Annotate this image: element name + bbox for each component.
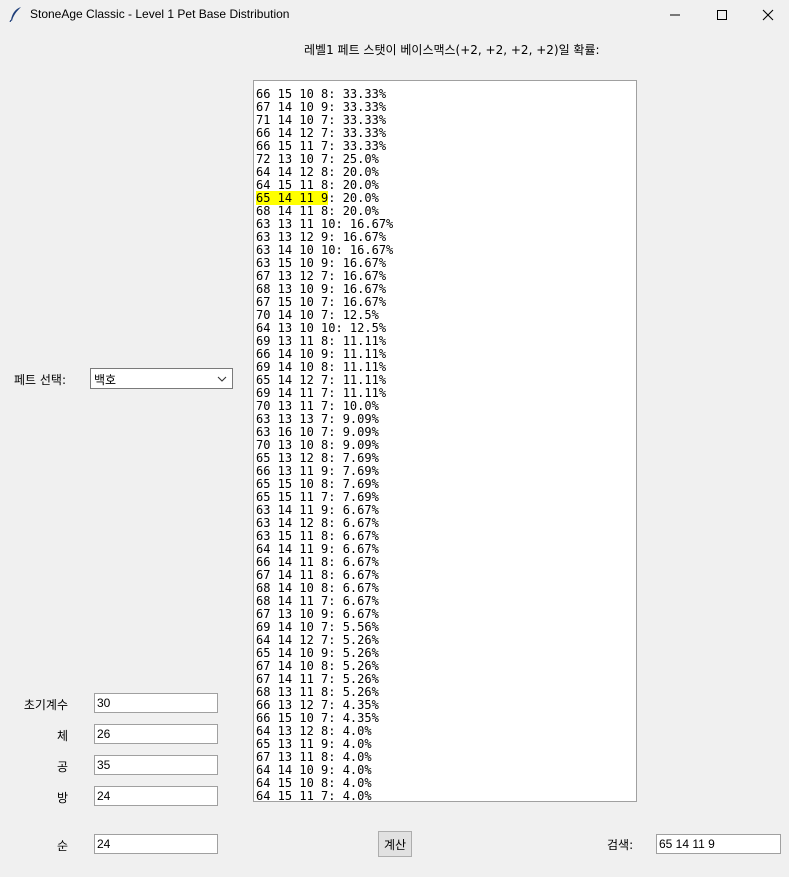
- title-bar: StoneAge Classic - Level 1 Pet Base Dist…: [0, 0, 789, 30]
- calculate-button[interactable]: 계산: [378, 831, 412, 857]
- vit-label: 체: [56, 729, 68, 743]
- list-item-rest: : 20.0%: [328, 191, 379, 205]
- results-listbox[interactable]: 66 15 10 8: 33.33% 67 14 10 9: 33.33% 71 1…: [253, 80, 637, 802]
- list-item[interactable]: 64 15 11 7: 4.0%: [255, 790, 635, 802]
- close-button[interactable]: [745, 0, 789, 30]
- pet-select-label: 페트 선택:: [14, 373, 67, 387]
- atk-label: 공: [56, 760, 68, 774]
- def-label: 방: [56, 791, 68, 805]
- atk-input[interactable]: 35: [94, 755, 218, 775]
- agi-label: 순: [56, 839, 68, 853]
- results-list: 66 15 10 8: 33.33% 67 14 10 9: 33.33% 71 1…: [255, 81, 635, 802]
- search-input[interactable]: 65 14 11 9: [656, 834, 781, 854]
- pet-select-value: 백호: [94, 373, 117, 387]
- agi-input[interactable]: 24: [94, 834, 218, 854]
- search-label: 검색:: [607, 838, 634, 852]
- feather-icon: [9, 6, 23, 23]
- vit-input[interactable]: 26: [94, 724, 218, 744]
- pet-select-combobox[interactable]: 백호: [90, 368, 233, 389]
- maximize-button[interactable]: [699, 0, 745, 30]
- result-heading: 레벨1 페트 스탯이 베이스맥스(+2, +2, +2, +2)일 확률:: [304, 43, 600, 57]
- minimize-button[interactable]: [652, 0, 698, 30]
- init-coef-input[interactable]: 30: [94, 693, 218, 713]
- chevron-down-icon[interactable]: [216, 373, 228, 385]
- search-match-highlight: 65 14 11 9: [256, 191, 329, 205]
- def-input[interactable]: 24: [94, 786, 218, 806]
- window-title: StoneAge Classic - Level 1 Pet Base Dist…: [30, 7, 290, 21]
- init-coef-label: 초기계수: [23, 698, 68, 712]
